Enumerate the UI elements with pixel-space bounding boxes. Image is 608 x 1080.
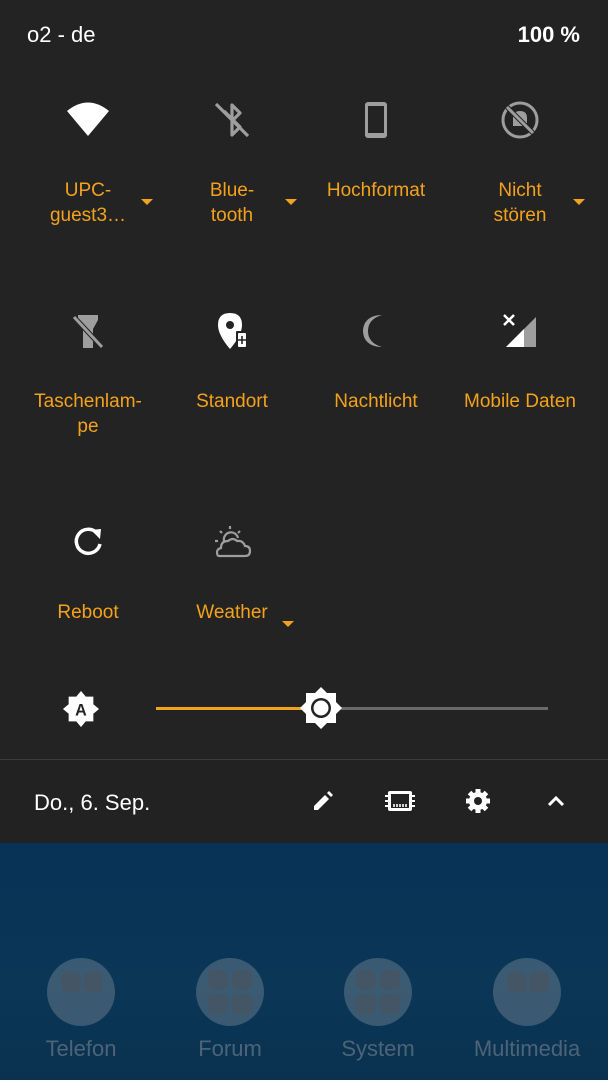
weather-icon: [208, 518, 256, 566]
folder-label: Telefon: [45, 1036, 117, 1061]
folder-forum[interactable]: Forum: [165, 958, 295, 1062]
notification-shade: o2 - de 100 % UPC- guest3… Blue- tooth H…: [0, 0, 608, 843]
tile-night-light-label: Nachtlicht: [334, 391, 418, 412]
tile-location-label: Standort: [196, 391, 268, 412]
mobile-data-off-icon: [496, 307, 544, 355]
tile-wifi-label: UPC- guest3…: [49, 180, 127, 226]
collapse-icon[interactable]: [541, 786, 571, 816]
battery-level: 100 %: [517, 22, 580, 47]
settings-icon[interactable]: [463, 786, 493, 816]
flashlight-off-icon: [64, 307, 112, 355]
tile-flashlight-label: Taschenlam- pe: [34, 391, 142, 437]
edit-icon[interactable]: [308, 786, 338, 816]
folder-icon: [47, 958, 115, 1026]
do-not-disturb-icon: [496, 96, 544, 144]
shade-footer: Do., 6. Sep.: [0, 760, 608, 843]
svg-text:A: A: [75, 702, 87, 720]
tile-night-light[interactable]: Nachtlicht: [304, 307, 448, 467]
tile-bluetooth[interactable]: Blue- tooth: [160, 96, 304, 256]
folder-multimedia[interactable]: Multimedia: [462, 958, 592, 1062]
folder-system[interactable]: System: [313, 958, 443, 1062]
tile-do-not-disturb[interactable]: Nicht stören: [448, 96, 592, 256]
folder-icon: [344, 958, 412, 1026]
tile-mobile-data-label: Mobile Daten: [464, 391, 576, 412]
tile-weather[interactable]: Weather: [160, 518, 304, 678]
tile-reboot-label: Reboot: [57, 602, 119, 623]
home-screen-background: Telefon Forum System Multimedia: [0, 843, 608, 1080]
folder-label: System: [341, 1036, 415, 1061]
chevron-down-icon[interactable]: [285, 199, 297, 205]
tile-rotation-label: Hochformat: [326, 180, 426, 201]
brightness-slider-thumb[interactable]: [299, 686, 343, 730]
memory-icon[interactable]: [385, 786, 415, 816]
reboot-icon: [64, 518, 112, 566]
chevron-down-icon[interactable]: [141, 199, 153, 205]
location-icon: [208, 307, 256, 355]
night-light-icon: [352, 307, 400, 355]
folder-icon: [196, 958, 264, 1026]
tile-wifi[interactable]: UPC- guest3…: [16, 96, 160, 256]
wifi-icon: [64, 96, 112, 144]
tile-location[interactable]: Standort: [160, 307, 304, 467]
carrier-name: o2 - de: [27, 22, 96, 47]
brightness-row: A: [0, 680, 608, 740]
date-label: Do., 6. Sep.: [34, 790, 151, 815]
folder-icon: [493, 958, 561, 1026]
auto-brightness-icon[interactable]: A: [62, 690, 100, 728]
tile-rotation[interactable]: Hochformat: [304, 96, 448, 256]
tile-mobile-data[interactable]: Mobile Daten: [448, 307, 592, 467]
tile-bluetooth-label: Blue- tooth: [209, 180, 255, 226]
brightness-track[interactable]: [320, 707, 548, 710]
tile-flashlight[interactable]: Taschenlam- pe: [16, 307, 160, 467]
folder-label: Multimedia: [473, 1036, 581, 1061]
brightness-track-filled: [156, 707, 321, 710]
bluetooth-off-icon: [208, 96, 256, 144]
tile-reboot[interactable]: Reboot: [16, 518, 160, 678]
portrait-rotation-icon: [352, 96, 400, 144]
folder-telefon[interactable]: Telefon: [16, 958, 146, 1062]
chevron-down-icon[interactable]: [282, 621, 294, 627]
tile-dnd-label: Nicht stören: [493, 180, 547, 226]
folder-label: Forum: [198, 1036, 262, 1061]
chevron-down-icon[interactable]: [573, 199, 585, 205]
